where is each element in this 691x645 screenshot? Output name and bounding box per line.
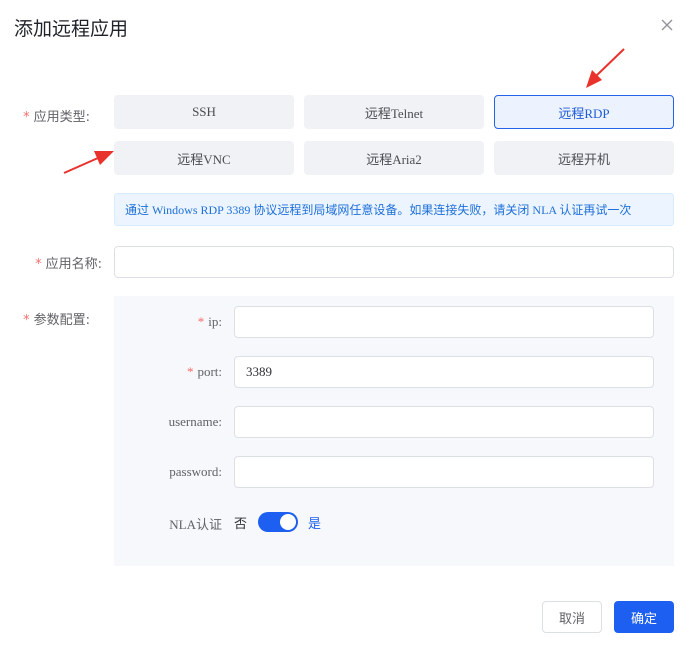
password-input[interactable] (234, 456, 654, 488)
nla-switch[interactable] (258, 512, 298, 532)
type-aria2-button[interactable]: 远程Aria2 (304, 141, 484, 175)
nla-off-text: 否 (234, 517, 248, 532)
close-icon[interactable] (658, 16, 676, 34)
required-mark: * (197, 314, 205, 329)
type-wol-button[interactable]: 远程开机 (494, 141, 674, 175)
rdp-tip-alert: 通过 Windows RDP 3389 协议远程到局域网任意设备。如果连接失败，… (114, 193, 674, 226)
params-label: * 参数配置: (23, 313, 90, 328)
required-mark: * (35, 257, 42, 272)
switch-knob (280, 514, 296, 530)
type-ssh-button[interactable]: SSH (114, 95, 294, 129)
port-input[interactable] (234, 356, 654, 388)
app-name-input[interactable] (114, 246, 674, 278)
required-mark: * (23, 313, 30, 328)
username-input[interactable] (234, 406, 654, 438)
app-name-label: * 应用名称: (35, 257, 102, 272)
required-mark: * (186, 364, 194, 379)
add-remote-app-dialog: 添加远程应用 * 应用类型: SSH 远程Telnet 远程RDP 远程VNC 远… (0, 0, 691, 645)
dialog-title: 添加远程应用 (14, 18, 129, 40)
nla-label: NLA认证 (169, 517, 222, 532)
cancel-button[interactable]: 取消 (542, 601, 602, 633)
type-rdp-button[interactable]: 远程RDP (494, 95, 674, 129)
required-mark: * (23, 110, 30, 125)
annotation-arrow-icon (586, 48, 625, 88)
ip-label: * ip: (197, 314, 222, 329)
ip-input[interactable] (234, 306, 654, 338)
username-label: username: (168, 414, 222, 429)
nla-on-text: 是 (308, 517, 322, 532)
port-label: * port: (186, 364, 222, 379)
type-vnc-button[interactable]: 远程VNC (114, 141, 294, 175)
confirm-button[interactable]: 确定 (614, 601, 674, 633)
app-type-label: * 应用类型: (23, 110, 90, 125)
password-label: password: (169, 464, 222, 479)
type-telnet-button[interactable]: 远程Telnet (304, 95, 484, 129)
annotation-arrow-icon (63, 151, 114, 174)
